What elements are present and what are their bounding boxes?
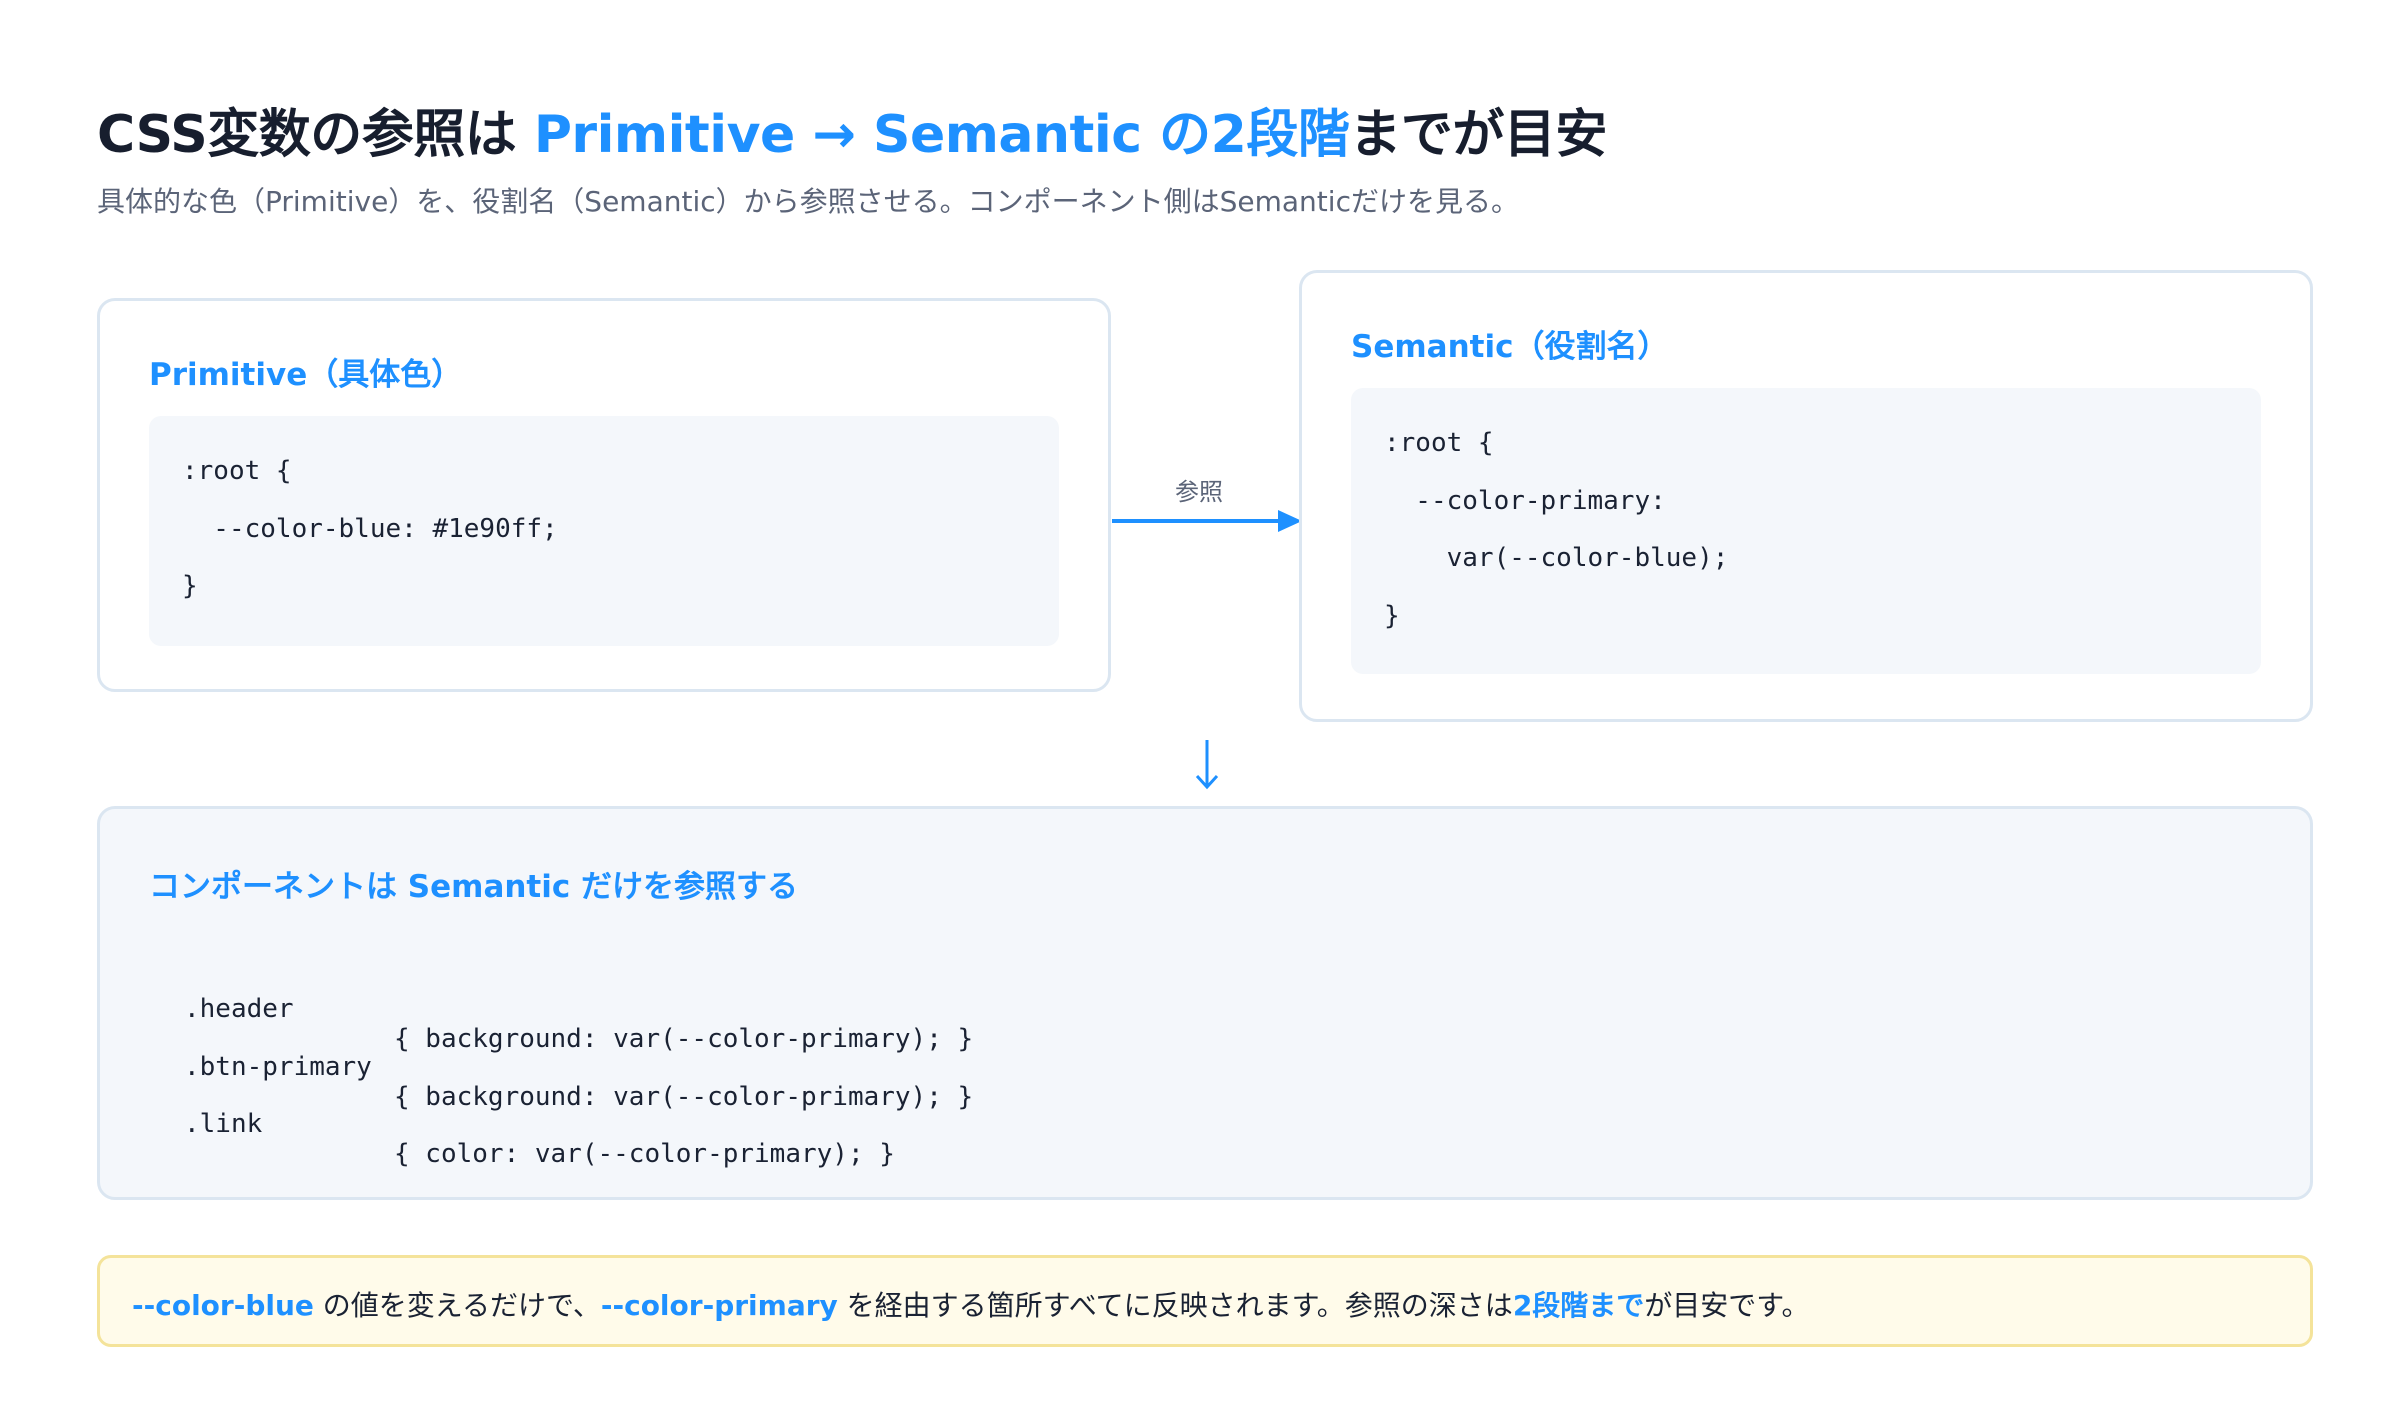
css-rule: { background: var(--color-primary); } [394,1082,974,1112]
semantic-code-block: :root { --color-primary: var(--color-blu… [1351,388,2261,674]
component-heading: コンポーネントは Semantic だけを参照する [149,869,799,905]
code-line: :root { [182,456,292,486]
note-text: --color-blue の値を変えるだけで、--color-primary を… [132,1284,1810,1324]
code-line: --color-primary: [1384,486,1666,516]
note-var-blue: --color-blue [132,1289,314,1322]
semantic-heading: Semantic（役割名） [1351,329,1669,365]
note-text-2: を経由する箇所すべてに反映されます。参照の深さは [837,1289,1513,1322]
note-var-primary: --color-primary [600,1289,838,1322]
semantic-card: Semantic（役割名） :root { --color-primary: v… [1299,270,2313,722]
page-subtitle: 具体的な色（Primitive）を、役割名（Semantic）から参照させる。コ… [97,185,1519,218]
code-line: var(--color-blue); [1384,543,1729,573]
note-box: --color-blue の値を変えるだけで、--color-primary を… [97,1255,2313,1347]
title-part2: までが目安 [1349,105,1607,165]
primitive-card: Primitive（具体色） :root { --color-blue: #1e… [97,298,1111,692]
code-line: } [1384,601,1400,631]
css-selector: .btn-primary [184,1052,372,1082]
css-rule: { color: var(--color-primary); } [394,1139,895,1169]
note-emphasis: 2段階まで [1512,1289,1645,1322]
code-line: :root { [1384,428,1494,458]
title-accent: Primitive → Semantic の2段階 [533,105,1350,165]
page-title: CSS変数の参照は Primitive → Semantic の2段階までが目安 [97,92,1607,167]
reference-arrow-icon [1112,510,1302,532]
note-text-1: の値を変えるだけで、 [313,1289,601,1322]
code-row: .link { color: var(--color-primary); } [184,1079,895,1199]
css-selector: .link [184,1109,263,1139]
primitive-heading: Primitive（具体色） [149,357,463,393]
component-card: コンポーネントは Semantic だけを参照する .header { back… [97,806,2313,1200]
code-line: } [182,571,198,601]
title-part1: CSS変数の参照は [97,105,534,165]
code-line: --color-blue: #1e90ff; [182,514,558,544]
down-arrow-icon [1195,740,1219,790]
note-text-3: が目安です。 [1644,1289,1810,1322]
css-selector: .header [184,994,294,1024]
css-rule: { background: var(--color-primary); } [394,1024,974,1054]
primitive-code-block: :root { --color-blue: #1e90ff; } [149,416,1059,646]
